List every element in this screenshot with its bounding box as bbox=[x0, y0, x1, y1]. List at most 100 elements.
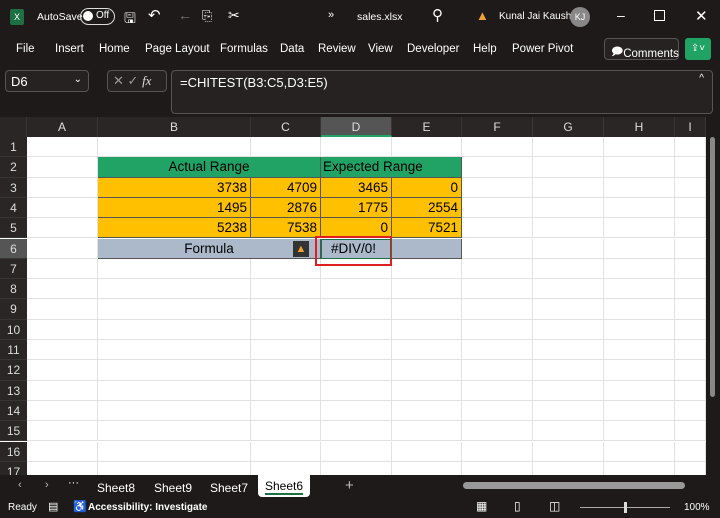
comments-button[interactable]: 🗩 Comments bbox=[604, 38, 679, 60]
cell[interactable] bbox=[675, 137, 706, 158]
cell[interactable] bbox=[27, 157, 98, 178]
cell[interactable] bbox=[533, 157, 604, 178]
column-header-H[interactable]: H bbox=[604, 117, 675, 137]
cell[interactable] bbox=[392, 360, 462, 381]
cell[interactable] bbox=[27, 340, 98, 361]
cell[interactable] bbox=[251, 340, 321, 361]
data-cell[interactable]: 3465 bbox=[321, 177, 392, 198]
cell[interactable] bbox=[533, 360, 604, 381]
redo-icon[interactable]: ← bbox=[178, 7, 192, 23]
save-icon[interactable]: 🖫 bbox=[124, 8, 136, 32]
cell[interactable] bbox=[462, 157, 533, 178]
minimize-button[interactable]: – bbox=[617, 7, 625, 23]
normal-view-icon[interactable]: ▦ bbox=[476, 499, 487, 513]
more-sheets-icon[interactable]: ··· bbox=[68, 477, 79, 489]
row-header-4[interactable]: 4 bbox=[0, 197, 27, 219]
tab-insert[interactable]: Insert bbox=[55, 43, 84, 55]
tab-view[interactable]: View bbox=[368, 43, 393, 55]
row-header-16[interactable]: 16 bbox=[0, 441, 27, 462]
cut-icon[interactable]: ✂ bbox=[228, 7, 240, 24]
row-header-3[interactable]: 3 bbox=[0, 177, 27, 198]
cell[interactable] bbox=[27, 299, 98, 320]
filename[interactable]: sales.xlsx bbox=[357, 11, 403, 23]
cell[interactable] bbox=[321, 299, 392, 320]
cell[interactable] bbox=[321, 400, 392, 422]
sheet-tab-sheet7[interactable]: Sheet7 bbox=[210, 481, 248, 495]
zoom-level[interactable]: 100% bbox=[684, 502, 710, 513]
row-header-9[interactable]: 9 bbox=[0, 299, 27, 320]
maximize-button[interactable] bbox=[654, 10, 665, 21]
cell[interactable] bbox=[392, 340, 462, 361]
cell[interactable] bbox=[392, 421, 462, 442]
cell[interactable] bbox=[675, 258, 706, 280]
cell[interactable] bbox=[251, 421, 321, 442]
data-cell[interactable]: 0 bbox=[392, 177, 462, 198]
column-header-D[interactable]: D bbox=[321, 117, 392, 137]
cell[interactable] bbox=[604, 360, 675, 381]
cell[interactable] bbox=[533, 340, 604, 361]
data-cell[interactable]: 3738 bbox=[98, 177, 251, 198]
cell[interactable] bbox=[533, 218, 604, 239]
cell[interactable] bbox=[27, 400, 98, 422]
cell[interactable] bbox=[98, 360, 251, 381]
cell[interactable] bbox=[27, 380, 98, 401]
sheet-tab-sheet6[interactable]: Sheet6 bbox=[258, 475, 310, 497]
cell[interactable] bbox=[251, 360, 321, 381]
cell[interactable] bbox=[675, 177, 706, 198]
vertical-scrollbar[interactable] bbox=[706, 117, 720, 475]
sheet-tab-sheet8[interactable]: Sheet8 bbox=[97, 481, 135, 495]
cell[interactable] bbox=[98, 258, 251, 280]
cell[interactable] bbox=[98, 319, 251, 340]
cell[interactable] bbox=[533, 441, 604, 462]
cell[interactable] bbox=[462, 258, 533, 280]
more-commands-icon[interactable]: » bbox=[328, 9, 334, 21]
share-button[interactable]: ⇪˅ bbox=[685, 38, 711, 60]
cell[interactable] bbox=[462, 299, 533, 320]
horizontal-scrollbar[interactable] bbox=[463, 482, 685, 489]
cell[interactable] bbox=[533, 137, 604, 158]
cell[interactable] bbox=[604, 218, 675, 239]
row-header-8[interactable]: 8 bbox=[0, 279, 27, 300]
cell[interactable] bbox=[27, 177, 98, 198]
column-header-F[interactable]: F bbox=[462, 117, 533, 137]
column-header-A[interactable]: A bbox=[27, 117, 98, 137]
enter-icon[interactable]: ✓ bbox=[128, 73, 139, 88]
tab-help[interactable]: Help bbox=[473, 43, 497, 55]
cell[interactable] bbox=[675, 218, 706, 239]
cell[interactable] bbox=[675, 299, 706, 320]
data-cell[interactable]: 4709 bbox=[251, 177, 321, 198]
cell[interactable] bbox=[27, 360, 98, 381]
cell[interactable] bbox=[675, 197, 706, 219]
undo-icon[interactable]: ↶ bbox=[148, 6, 161, 24]
tab-file[interactable]: File bbox=[16, 43, 35, 55]
cell[interactable] bbox=[392, 258, 462, 280]
cell[interactable] bbox=[675, 238, 706, 259]
cell[interactable] bbox=[27, 137, 98, 158]
cell[interactable] bbox=[604, 258, 675, 280]
cell[interactable] bbox=[251, 441, 321, 462]
cell[interactable] bbox=[251, 400, 321, 422]
cell[interactable] bbox=[321, 279, 392, 300]
cell[interactable] bbox=[251, 461, 321, 475]
row-header-12[interactable]: 12 bbox=[0, 360, 27, 381]
row-header-1[interactable]: 1 bbox=[0, 137, 27, 158]
cell[interactable] bbox=[462, 461, 533, 475]
cell[interactable] bbox=[392, 137, 462, 158]
row-header-6[interactable]: 6 bbox=[0, 238, 27, 259]
cell[interactable] bbox=[675, 340, 706, 361]
cell[interactable] bbox=[462, 400, 533, 422]
cell[interactable] bbox=[604, 340, 675, 361]
cell[interactable] bbox=[533, 319, 604, 340]
accessibility-status[interactable]: Accessibility: Investigate bbox=[88, 502, 208, 513]
cell[interactable] bbox=[604, 461, 675, 475]
cell[interactable] bbox=[604, 441, 675, 462]
cell[interactable] bbox=[604, 299, 675, 320]
column-header-G[interactable]: G bbox=[533, 117, 604, 137]
cell[interactable] bbox=[533, 380, 604, 401]
cell[interactable] bbox=[462, 380, 533, 401]
tab-data[interactable]: Data bbox=[280, 43, 304, 55]
autosave-toggle[interactable]: Off bbox=[80, 8, 115, 25]
cell[interactable] bbox=[98, 340, 251, 361]
cell[interactable] bbox=[251, 319, 321, 340]
cell[interactable] bbox=[27, 238, 98, 259]
